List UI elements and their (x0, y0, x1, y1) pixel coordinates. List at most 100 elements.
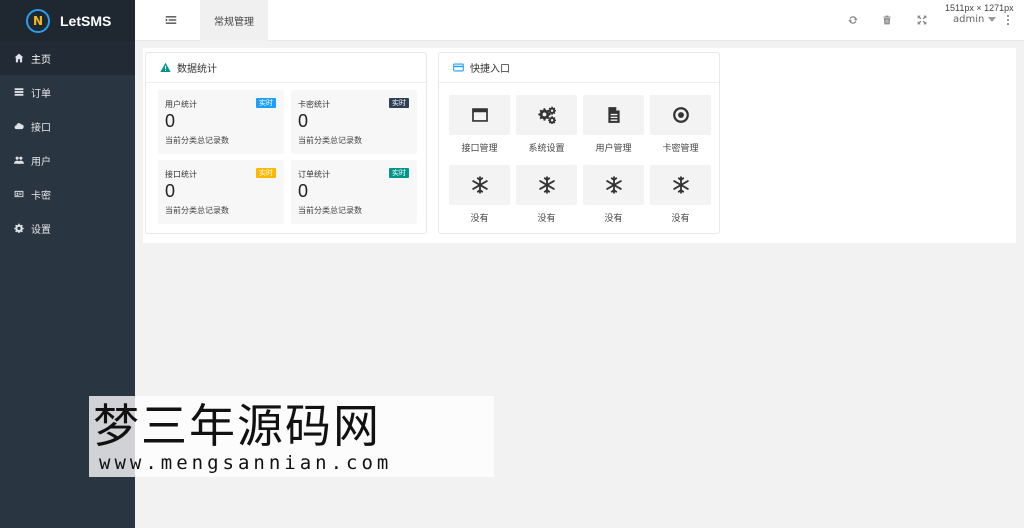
status-badge: 实时 (256, 98, 276, 108)
caret-down-icon (988, 17, 997, 22)
stat-card-orders: 订单统计 实时 0 当前分类总记录数 (291, 160, 417, 224)
status-badge: 实时 (256, 168, 276, 178)
quick-item-system-settings[interactable]: 系统设置 (516, 95, 577, 156)
brand[interactable]: N LetSMS (0, 0, 135, 41)
sidebar-item-label: 用户 (31, 156, 51, 168)
sidebar-item-label: 接口 (31, 122, 51, 134)
quick-item-box (516, 165, 577, 205)
dimension-readout: 1511px × 1271px (945, 3, 1014, 13)
tab-general-management[interactable]: 常规管理 (200, 0, 268, 41)
quick-entry-panel: 快捷入口 接口管理 系统设置 用户管理 卡密管理 没有 没有 没有 没有 (438, 52, 720, 234)
stat-title: 接口统计 (165, 170, 197, 179)
stat-title: 订单统计 (298, 170, 330, 179)
brand-logo-letter: N (32, 13, 44, 28)
id-card-icon (13, 188, 25, 200)
stat-title: 用户统计 (165, 100, 197, 109)
stat-desc: 当前分类总记录数 (165, 136, 229, 145)
snowflake-icon (538, 176, 555, 194)
quick-item-box (650, 165, 711, 205)
fullscreen-button[interactable] (916, 14, 928, 26)
snowflake-icon (471, 176, 488, 194)
expand-icon (917, 15, 927, 25)
user-menu[interactable]: admin (953, 14, 997, 25)
sidebar-item-interface[interactable]: 接口 (0, 109, 135, 143)
indent-icon (165, 16, 177, 24)
sidebar-item-settings[interactable]: 设置 (0, 211, 135, 245)
quick-panel-header: 快捷入口 (439, 53, 719, 83)
watermark-title: 梦三年源码网 (93, 399, 381, 453)
quick-item-label: 接口管理 (461, 144, 498, 154)
quick-item-label: 用户管理 (595, 144, 632, 154)
quick-item-empty-4[interactable]: 没有 (650, 165, 711, 226)
stat-desc: 当前分类总记录数 (298, 206, 362, 215)
quick-item-box (650, 95, 711, 135)
credit-card-icon (453, 62, 464, 73)
user-name: admin (953, 14, 985, 25)
clear-cache-button[interactable] (881, 14, 893, 26)
stats-panel: 数据统计 用户统计 实时 0 当前分类总记录数 卡密统计 实时 0 当前分类总记… (145, 52, 427, 234)
quick-panel-title: 快捷入口 (470, 64, 510, 75)
more-options-icon[interactable] (1007, 15, 1010, 25)
list-icon (13, 86, 25, 98)
quick-item-box (516, 95, 577, 135)
stat-card-interfaces: 接口统计 实时 0 当前分类总记录数 (158, 160, 284, 224)
brand-logo-icon: N (26, 8, 50, 33)
menu-toggle-button[interactable] (163, 12, 179, 28)
snowflake-icon (672, 176, 689, 194)
quick-item-interface-management[interactable]: 接口管理 (449, 95, 510, 156)
quick-item-card-management[interactable]: 卡密管理 (650, 95, 711, 156)
quick-item-label: 没有 (537, 214, 556, 224)
quick-item-box (583, 95, 644, 135)
watermark: 梦三年源码网 www.mengsannian.com (89, 396, 494, 477)
stats-panel-title: 数据统计 (177, 64, 217, 75)
stat-card-users: 用户统计 实时 0 当前分类总记录数 (158, 90, 284, 154)
warning-icon (160, 62, 171, 73)
brand-name: LetSMS (60, 12, 112, 29)
target-icon (672, 107, 689, 123)
cloud-icon (13, 120, 25, 132)
stat-desc: 当前分类总记录数 (165, 206, 229, 215)
document-icon (607, 107, 620, 123)
quick-item-box (449, 95, 510, 135)
watermark-url: www.mengsannian.com (99, 452, 393, 474)
quick-item-label: 没有 (604, 214, 623, 224)
stats-panel-header: 数据统计 (146, 53, 426, 83)
quick-item-box (583, 165, 644, 205)
stat-value: 0 (165, 181, 176, 201)
sidebar-item-cards[interactable]: 卡密 (0, 177, 135, 211)
quick-item-empty-3[interactable]: 没有 (583, 165, 644, 226)
home-icon (13, 52, 25, 64)
stat-desc: 当前分类总记录数 (298, 136, 362, 145)
refresh-button[interactable] (847, 14, 859, 26)
sidebar-item-label: 卡密 (31, 190, 51, 202)
sidebar-item-label: 设置 (31, 224, 51, 236)
refresh-icon (848, 16, 858, 24)
quick-item-empty-1[interactable]: 没有 (449, 165, 510, 226)
top-header: 常规管理 admin (135, 0, 1024, 41)
stat-value: 0 (165, 111, 176, 131)
sidebar-item-orders[interactable]: 订单 (0, 75, 135, 109)
sidebar-item-label: 订单 (31, 88, 51, 100)
stat-value: 0 (298, 181, 309, 201)
window-icon (471, 108, 488, 122)
sidebar-item-users[interactable]: 用户 (0, 143, 135, 177)
sidebar-nav: 主页 订单 接口 用户 卡密 设置 (0, 41, 135, 245)
trash-icon (883, 15, 891, 25)
sidebar-item-home[interactable]: 主页 (0, 41, 135, 75)
quick-item-label: 没有 (671, 214, 690, 224)
quick-item-box (449, 165, 510, 205)
stat-card-cards: 卡密统计 实时 0 当前分类总记录数 (291, 90, 417, 154)
snowflake-icon (605, 176, 622, 194)
quick-item-label: 系统设置 (528, 144, 565, 154)
sidebar-item-label: 主页 (31, 54, 51, 66)
stat-title: 卡密统计 (298, 100, 330, 109)
quick-item-empty-2[interactable]: 没有 (516, 165, 577, 226)
quick-item-label: 没有 (470, 214, 489, 224)
status-badge: 实时 (389, 168, 409, 178)
users-icon (13, 154, 25, 166)
gear-icon (13, 222, 25, 234)
status-badge: 实时 (389, 98, 409, 108)
stat-value: 0 (298, 111, 309, 131)
gears-icon (537, 106, 556, 124)
quick-item-user-management[interactable]: 用户管理 (583, 95, 644, 156)
